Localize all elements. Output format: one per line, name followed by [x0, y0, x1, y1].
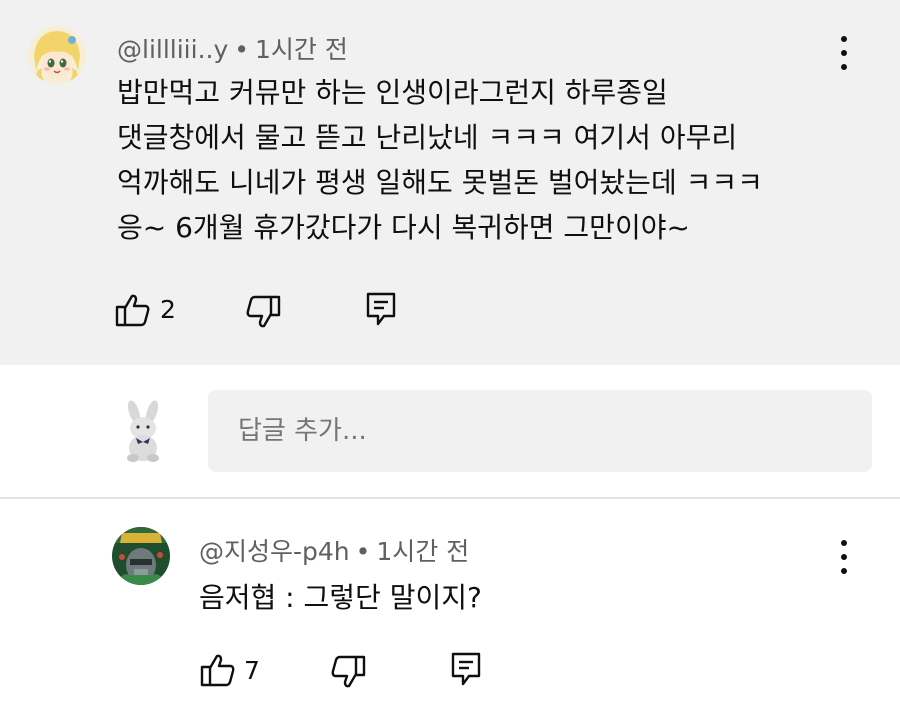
meta-separator: •	[355, 537, 371, 566]
like-count: 2	[160, 295, 176, 324]
comment-time: 1시간 전	[255, 35, 348, 64]
comment-meta: @lillliii..y • 1시간 전	[117, 30, 348, 66]
comment-text: 밥만먹고 커뮤만 하는 인생이라그런지 하루종일 댓글창에서 물고 뜯고 난리났…	[117, 70, 763, 250]
comment-text-line: 응~ 6개월 휴가갔다가 다시 복귀하면 그만이야~	[117, 211, 690, 244]
meta-separator: •	[234, 35, 250, 64]
avatar[interactable]	[28, 26, 86, 84]
comment-text-line: 댓글창에서 물고 뜯고 난리났네 ㅋㅋㅋ 여기서 아무리	[117, 121, 738, 154]
like-count: 7	[244, 656, 260, 685]
reply-icon[interactable]	[451, 652, 481, 690]
comment-text-line: 억까해도 니네가 평생 일해도 못벌돈 벌어놨는데 ㅋㅋㅋ	[117, 166, 763, 199]
comment-main: @lillliii..y • 1시간 전 밥만먹고 커뮤만 하는 인생이라그런지 하…	[0, 0, 900, 365]
more-vert-icon[interactable]	[834, 540, 854, 574]
comment-author[interactable]: @lillliii..y	[117, 35, 228, 64]
reply-meta: @지성우-p4h • 1시간 전	[199, 532, 469, 568]
avatar[interactable]	[112, 398, 174, 464]
reply-author[interactable]: @지성우-p4h	[199, 537, 350, 566]
reply-input[interactable]	[208, 390, 872, 472]
reply-time: 1시간 전	[376, 537, 470, 566]
thumb-down-icon[interactable]	[245, 295, 281, 333]
thumb-up-icon[interactable]	[115, 293, 151, 331]
avatar[interactable]	[112, 527, 170, 585]
comment-thread: @lillliii..y • 1시간 전 밥만먹고 커뮤만 하는 인생이라그런지 하…	[0, 0, 900, 712]
reply-icon[interactable]	[366, 292, 396, 330]
comment-text-line: 밥만먹고 커뮤만 하는 인생이라그런지 하루종일	[117, 76, 668, 109]
thumb-down-icon[interactable]	[330, 655, 366, 693]
more-vert-icon[interactable]	[834, 36, 854, 70]
thumb-up-icon[interactable]	[200, 653, 236, 691]
reply-text: 음저협 : 그렇단 말이지?	[199, 581, 482, 614]
divider	[0, 497, 900, 499]
